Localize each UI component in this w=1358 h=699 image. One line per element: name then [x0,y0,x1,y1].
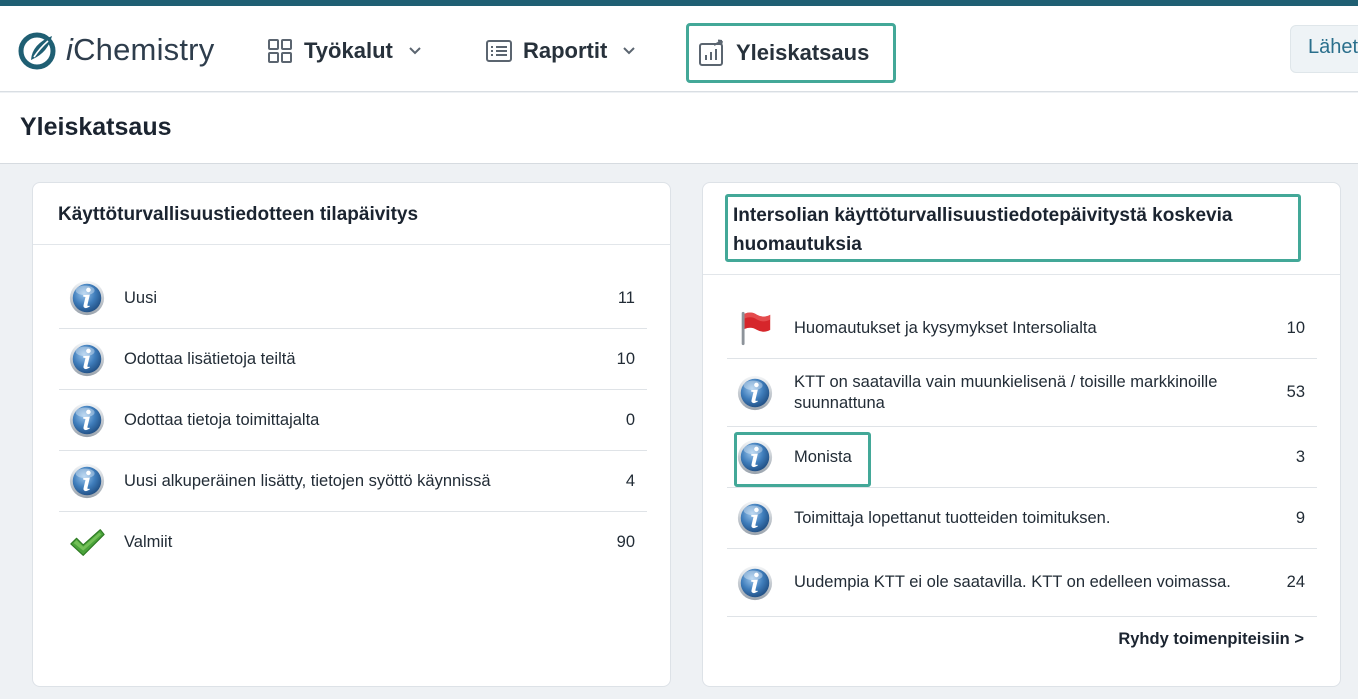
row-count: 53 [1286,383,1305,401]
card-title: Käyttöturvallisuustiedotteen tilapäivity… [58,204,419,225]
row-count: 10 [1286,318,1305,337]
nav-reports-menu[interactable]: Raportit [485,24,637,78]
info-icon [736,564,774,602]
status-row-new-original[interactable]: Uusi alkuperäinen lisätty, tietojen syöt… [59,451,647,512]
status-row-completed[interactable]: Valmiit 90 [59,512,647,573]
row-count: 9 [1295,508,1305,527]
card-header: Intersolian käyttöturvallisuustiedotepäi… [703,183,1340,275]
notes-row-discontinued[interactable]: Toimittaja lopettanut tuotteiden toimitu… [727,488,1317,549]
chevron-down-icon [623,47,636,55]
row-label: Odottaa lisätietoja teiltä [124,349,296,368]
duplicate-row-highlight [734,432,871,487]
card-title: Intersolian käyttöturvallisuustiedotepäi… [725,194,1301,262]
row-count: 11 [617,288,635,307]
report-list-icon [486,40,512,62]
row-label: Odottaa tietoja toimittajalta [124,410,320,429]
row-count: 4 [625,471,635,490]
status-row-new[interactable]: Uusi 11 [59,268,647,329]
checkmark-icon [68,524,106,562]
row-label: Toimittaja lopettanut tuotteiden toimitu… [794,508,1111,527]
info-icon [68,279,106,317]
nav-tools-label: Työkalut [304,38,393,63]
row-count: 0 [625,410,635,429]
grid-icon [268,39,292,63]
row-label: Valmiit [124,533,173,551]
nav-reports-label: Raportit [523,38,608,63]
page-title: Yleiskatsaus [20,113,172,141]
sds-status-card: Käyttöturvallisuustiedotteen tilapäivity… [32,182,671,687]
notes-row-other-language[interactable]: KTT on saatavilla vain muunkielisenä / t… [727,359,1317,427]
ichemistry-logo-icon [18,32,56,70]
brand-name: iChemistry [66,32,214,68]
brand-rest: Chemistry [73,32,215,67]
chart-growth-icon [699,39,723,66]
row-count: 90 [616,533,635,551]
app-logo[interactable]: iChemistry [18,30,214,70]
row-label: Uusi [124,288,158,307]
top-navbar: iChemistry Työkalut Raportit Yleiskatsau… [0,6,1358,92]
nav-tools-menu[interactable]: Työkalut [266,24,423,78]
status-row-awaiting-you[interactable]: Odottaa lisätietoja teiltä 10 [59,329,647,390]
info-icon [68,401,106,439]
row-label: KTT on saatavilla vain muunkielisenä / t… [794,372,1218,412]
row-count: 3 [1295,447,1305,466]
notes-row-no-newer[interactable]: Uudempia KTT ei ole saatavilla. KTT on e… [727,549,1317,617]
notes-row-questions[interactable]: Huomautukset ja kysymykset Intersolialta… [727,298,1317,359]
row-count: 24 [1286,573,1305,591]
row-count: 10 [616,349,635,368]
red-flag-icon [736,309,774,347]
page-header: Yleiskatsaus [0,93,1358,164]
row-label: Uudempia KTT ei ole saatavilla. KTT on e… [794,573,1231,591]
info-icon [736,374,774,412]
nav-overview-tab[interactable]: Yleiskatsaus [686,23,896,83]
row-label: Uusi alkuperäinen lisätty, tietojen syöt… [124,471,491,490]
info-icon [736,499,774,537]
info-icon [68,340,106,378]
send-button[interactable]: Lähetä [1290,25,1358,73]
card-header: Käyttöturvallisuustiedotteen tilapäivity… [33,183,670,245]
take-action-link[interactable]: Ryhdy toimenpiteisiin > [1118,630,1304,649]
status-row-awaiting-supplier[interactable]: Odottaa tietoja toimittajalta 0 [59,390,647,451]
nav-overview-label: Yleiskatsaus [736,40,870,65]
info-icon [68,462,106,500]
row-label: Huomautukset ja kysymykset Intersolialta [794,318,1097,337]
chevron-down-icon [409,47,421,55]
